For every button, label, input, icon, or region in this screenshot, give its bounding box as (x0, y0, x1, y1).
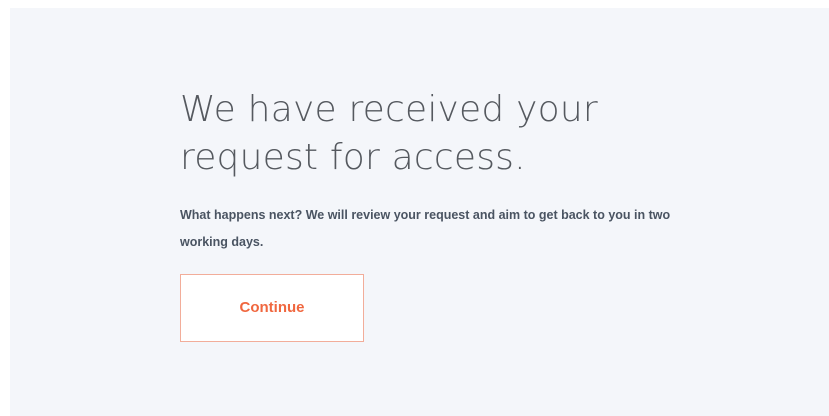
confirmation-panel: We have received your request for access… (10, 8, 829, 416)
continue-button[interactable]: Continue (180, 274, 364, 342)
confirmation-content: We have received your request for access… (180, 86, 740, 342)
page-title: We have received your request for access… (180, 89, 598, 178)
next-steps-message: What happens next? We will review your r… (180, 208, 671, 249)
